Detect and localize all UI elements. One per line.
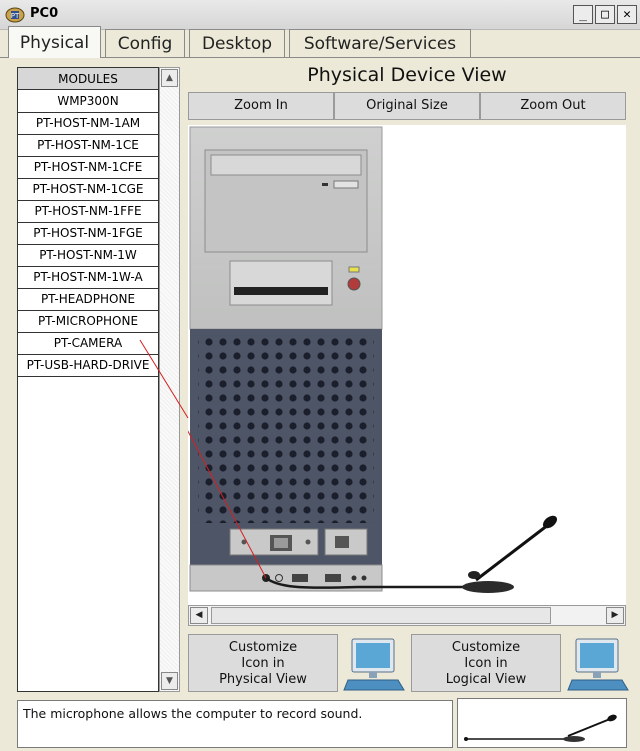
module-thumbnail <box>457 698 627 748</box>
tab-desktop[interactable]: Desktop <box>189 29 285 57</box>
pc-monitor-icon <box>342 636 406 692</box>
tab-software-services[interactable]: Software/Services <box>289 29 471 57</box>
scroll-up-icon[interactable]: ▲ <box>161 69 178 87</box>
module-item[interactable]: WMP300N <box>18 91 158 113</box>
minimize-button[interactable]: _ <box>573 5 593 24</box>
original-size-button[interactable]: Original Size <box>334 92 480 120</box>
module-item[interactable]: PT-HOST-NM-1FGE <box>18 223 158 245</box>
module-item[interactable]: PT-HOST-NM-1W <box>18 245 158 267</box>
maximize-button[interactable]: □ <box>595 5 615 24</box>
module-item[interactable]: PT-USB-HARD-DRIVE <box>18 355 158 377</box>
scroll-down-icon[interactable]: ▼ <box>161 672 178 690</box>
tab-config[interactable]: Config <box>105 29 185 57</box>
module-description: The microphone allows the computer to re… <box>17 700 453 748</box>
packet-tracer-icon: PT <box>5 6 25 24</box>
module-item[interactable]: PT-HOST-NM-1CFE <box>18 157 158 179</box>
zoom-in-button[interactable]: Zoom In <box>188 92 334 120</box>
customize-line: Icon in <box>464 656 508 671</box>
module-item[interactable]: PT-HEADPHONE <box>18 289 158 311</box>
customize-line: Customize <box>228 640 298 655</box>
customize-line: Physical View <box>219 672 307 687</box>
pc-monitor-icon <box>566 636 630 692</box>
customize-line: Customize <box>451 640 521 655</box>
customize-line: Icon in <box>241 656 285 671</box>
scroll-left-icon[interactable]: ◀ <box>190 607 208 624</box>
device-viewport[interactable] <box>188 125 626 605</box>
window-title: PC0 <box>30 6 59 21</box>
modules-header: MODULES <box>18 68 158 90</box>
module-item[interactable]: PT-HOST-NM-1CE <box>18 135 158 157</box>
microphone-icon <box>464 714 617 742</box>
physical-device-view-title: Physical Device View <box>307 64 507 86</box>
module-item[interactable]: PT-HOST-NM-1AM <box>18 113 158 135</box>
customize-logical-icon-button[interactable]: Customize Icon in Logical View <box>411 634 561 692</box>
module-item[interactable]: PT-HOST-NM-1FFE <box>18 201 158 223</box>
device-horizontal-scrollbar[interactable]: ◀ ▶ <box>188 605 626 626</box>
scrollbar-thumb[interactable] <box>211 607 551 624</box>
customize-physical-icon-button[interactable]: Customize Icon in Physical View <box>188 634 338 692</box>
module-item[interactable]: PT-HOST-NM-1CGE <box>18 179 158 201</box>
module-item[interactable]: PT-HOST-NM-1W-A <box>18 267 158 289</box>
connection-line <box>139 339 189 418</box>
module-item[interactable]: PT-CAMERA <box>18 333 158 355</box>
pc-tower-illustration <box>188 126 558 593</box>
svg-text:PT: PT <box>11 12 20 20</box>
scroll-right-icon[interactable]: ▶ <box>606 607 624 624</box>
module-item[interactable]: PT-MICROPHONE <box>18 311 158 333</box>
tab-physical[interactable]: Physical <box>8 26 101 58</box>
zoom-out-button[interactable]: Zoom Out <box>480 92 626 120</box>
close-button[interactable]: ✕ <box>617 5 637 24</box>
customize-line: Logical View <box>445 672 527 687</box>
